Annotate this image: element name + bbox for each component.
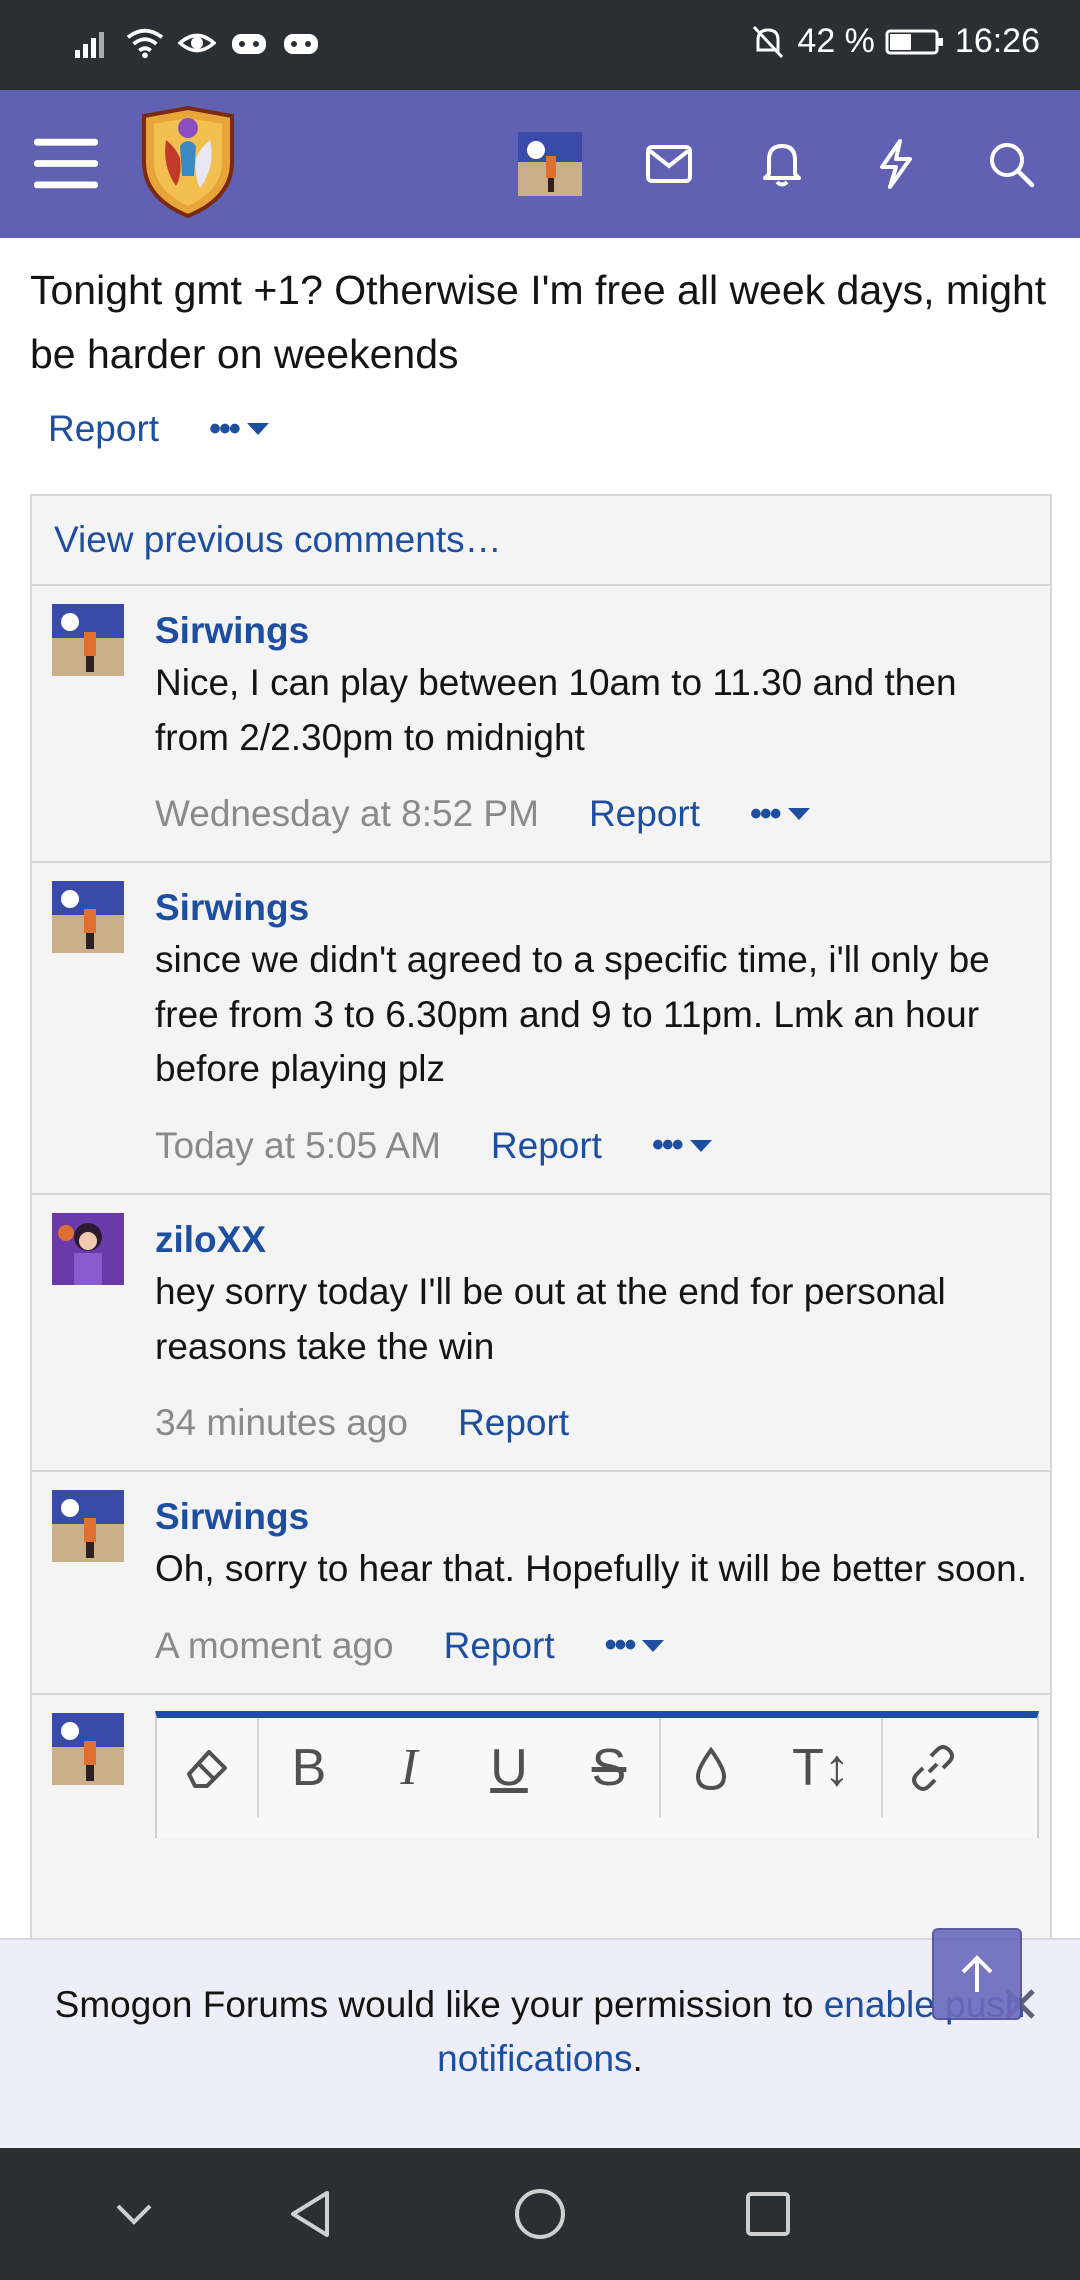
back-icon[interactable] [280,2184,340,2244]
chevron-down-icon [642,1639,665,1652]
more-dots: ••• [651,1126,684,1165]
italic-button[interactable]: I [359,1718,459,1818]
search-icon[interactable] [979,132,1043,196]
home-icon[interactable] [510,2184,570,2244]
bell-muted-icon [749,23,787,61]
comment-meta: Wednesday at 8:52 PM Report ••• [155,793,1034,835]
comment-meta: Today at 5:05 AM Report ••• [155,1125,1034,1167]
comment-item: Sirwings since we didn't agreed to a spe… [32,863,1050,1195]
bold-button[interactable]: B [259,1718,359,1818]
report-link[interactable]: Report [589,793,700,835]
reply-editor-toolbar: B I U S T↕ [155,1710,1039,1838]
reply-editor-row: B I U S T↕ [32,1695,1050,1838]
text-size-button[interactable]: T↕ [761,1718,881,1818]
report-link[interactable]: Report [491,1125,602,1167]
comment-timestamp[interactable]: A moment ago [155,1625,394,1667]
signal-icon [74,24,112,62]
game-controller-icon [230,24,268,62]
comments-panel: View previous comments… Sirwings Nice, I… [30,494,1052,2096]
arrow-up-icon [961,1955,993,1992]
more-menu-button[interactable]: ••• [652,1126,712,1165]
mail-icon[interactable] [637,132,701,196]
chevron-down-icon [246,423,269,435]
battery-percentage: 42 % [797,22,875,60]
post-body: Tonight gmt +1? Otherwise I'm free all w… [30,267,1047,377]
chevron-down-icon [787,808,810,821]
push-notification-banner: Smogon Forums would like your permission… [0,1938,1080,2150]
text-color-icon[interactable] [661,1718,761,1818]
comment-item: Sirwings Nice, I can play between 10am t… [32,586,1050,864]
status-icons-left [74,24,320,62]
comment-author[interactable]: Sirwings [155,883,1034,933]
report-link[interactable]: Report [458,1402,569,1444]
menu-icon[interactable] [34,132,98,196]
comment-text: hey sorry today I'll be out at the end f… [155,1270,946,1367]
notification-text: Smogon Forums would like your permission… [54,1984,824,2025]
comment-text: since we didn't agreed to a specific tim… [155,939,990,1090]
battery-icon [885,23,945,61]
comment-timestamp[interactable]: 34 minutes ago [155,1402,408,1444]
eraser-icon[interactable] [157,1718,257,1818]
eye-icon [178,24,216,62]
system-navigation-bar [0,2148,1080,2280]
wifi-icon [126,24,164,62]
comment-text: Nice, I can play between 10am to 11.30 a… [155,662,957,758]
comment-item: Sirwings Oh, sorry to hear that. Hopeful… [32,1472,1050,1695]
strikethrough-button[interactable]: S [559,1718,659,1818]
smogon-logo[interactable] [136,105,240,219]
comment-meta: 34 minutes ago Report [155,1402,1034,1444]
link-icon[interactable] [883,1718,983,1818]
chevron-down-icon[interactable] [104,2184,164,2244]
lightning-icon[interactable] [864,132,928,196]
more-menu-button[interactable]: ••• [209,410,269,449]
avatar[interactable] [52,881,124,954]
comment-author[interactable]: ziloXX [155,1215,1034,1265]
comment-author[interactable]: Sirwings [155,606,1034,656]
bell-icon[interactable] [750,132,814,196]
report-link[interactable]: Report [444,1625,555,1667]
comment-meta: A moment ago Report ••• [155,1625,1034,1667]
comment-timestamp[interactable]: Wednesday at 8:52 PM [155,793,539,835]
comment-item: ziloXX hey sorry today I'll be out at th… [32,1195,1050,1473]
more-menu-button[interactable]: ••• [750,795,810,834]
notification-suffix: . [632,2038,643,2079]
user-avatar[interactable] [518,132,582,196]
avatar[interactable] [52,1712,124,1785]
more-menu-button[interactable]: ••• [605,1626,665,1665]
comment-text: Oh, sorry to hear that. Hopefully it wil… [155,1548,1027,1590]
scroll-to-top-button[interactable] [932,1928,1022,2020]
avatar[interactable] [52,1490,124,1563]
more-dots: ••• [750,794,782,833]
view-previous-comments-link[interactable]: View previous comments… [32,496,1050,586]
comment-author[interactable]: Sirwings [155,1492,1034,1542]
push-notification-message: Smogon Forums would like your permission… [40,1978,1040,2086]
underline-button[interactable]: U [459,1718,559,1818]
comment-timestamp[interactable]: Today at 5:05 AM [155,1125,441,1167]
recents-icon[interactable] [738,2184,798,2244]
status-bar: 42 % 16:26 [0,0,1080,90]
clock: 16:26 [954,22,1040,60]
post-actions: Report ••• [48,408,269,450]
report-link[interactable]: Report [48,408,159,450]
status-icons-right: 42 % 16:26 [749,22,1040,61]
chevron-down-icon [689,1139,712,1152]
game-controller-icon [282,24,320,62]
avatar[interactable] [52,1212,124,1285]
more-dots: ••• [209,409,241,448]
forum-header [0,90,1080,238]
more-dots: ••• [604,1626,637,1665]
avatar[interactable] [52,604,124,676]
